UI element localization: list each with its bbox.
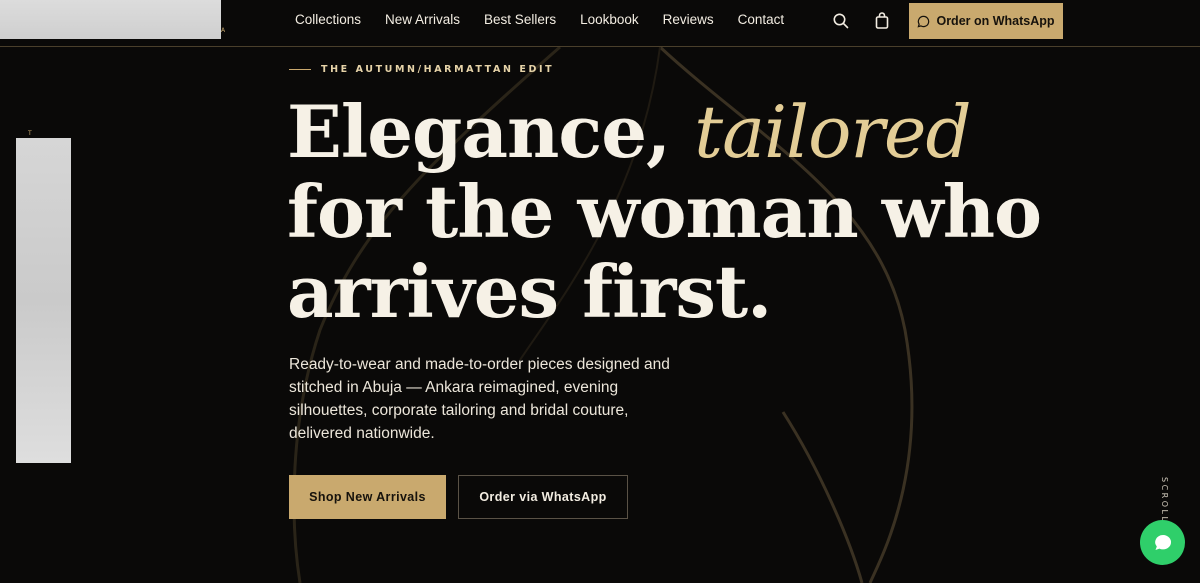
- scroll-indicator[interactable]: SCROLL: [1155, 477, 1169, 523]
- chat-bubble-icon: [1154, 534, 1171, 550]
- whatsapp-chat-button[interactable]: [1140, 520, 1185, 565]
- eyebrow: THE AUTUMN/HARMATTAN EDIT: [289, 64, 554, 75]
- main-nav: Collections New Arrivals Best Sellers Lo…: [295, 12, 808, 27]
- nav-contact[interactable]: Contact: [738, 12, 785, 27]
- side-mark: T: [28, 130, 32, 137]
- site-header: A Collections New Arrivals Best Sellers …: [0, 0, 1200, 47]
- headline-line2: for the woman who: [287, 169, 1042, 254]
- headline-line1: Elegance,: [287, 89, 695, 174]
- eyebrow-text: THE AUTUMN/HARMATTAN EDIT: [321, 64, 555, 75]
- logo[interactable]: [0, 0, 221, 39]
- nav-best-sellers[interactable]: Best Sellers: [484, 12, 556, 27]
- headline-accent: tailored: [694, 90, 971, 174]
- order-via-whatsapp-button[interactable]: Order via WhatsApp: [458, 475, 628, 519]
- side-image-placeholder: [16, 138, 71, 463]
- shopping-bag-icon[interactable]: [874, 12, 892, 30]
- hero-description: Ready-to-wear and made-to-order pieces d…: [289, 356, 670, 442]
- logo-mark: A: [221, 27, 226, 34]
- eyebrow-divider: [289, 69, 311, 70]
- nav-collections[interactable]: Collections: [295, 12, 361, 27]
- nav-lookbook[interactable]: Lookbook: [580, 12, 639, 27]
- order-on-whatsapp-button[interactable]: Order on WhatsApp: [909, 3, 1063, 39]
- shop-new-arrivals-button[interactable]: Shop New Arrivals: [289, 475, 446, 519]
- headline-line3: arrives first.: [287, 249, 772, 334]
- nav-new-arrivals[interactable]: New Arrivals: [385, 12, 460, 27]
- chat-icon: [917, 15, 930, 28]
- order-on-whatsapp-label: Order on WhatsApp: [936, 14, 1055, 28]
- search-icon[interactable]: [832, 12, 850, 30]
- hero-headline: Elegance, tailored for the woman who arr…: [287, 89, 1042, 334]
- nav-reviews[interactable]: Reviews: [663, 12, 714, 27]
